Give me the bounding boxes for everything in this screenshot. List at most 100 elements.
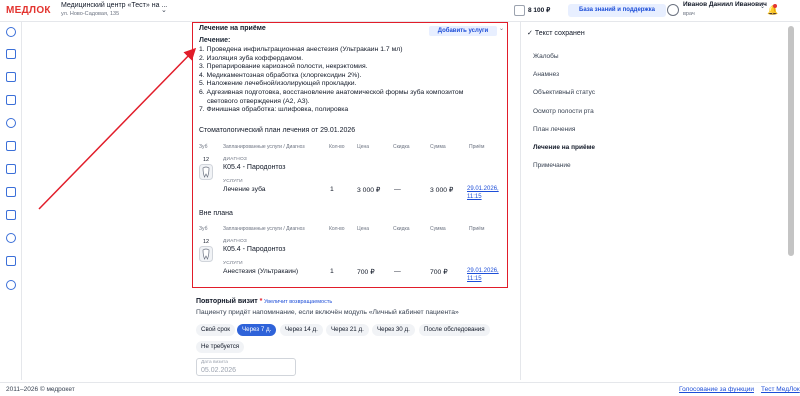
revisit-title: Повторный визит *	[196, 298, 262, 305]
tooth-icon	[199, 246, 213, 262]
user-menu-chevron-icon[interactable]: ⌄	[760, 3, 765, 10]
nav-anamnesis[interactable]: Анамнез	[533, 71, 559, 78]
main-content: Лечение на приёме Добавить услуги ⌄ Лече…	[190, 22, 510, 380]
balance[interactable]: 8 100 ₽	[528, 6, 550, 14]
puzzle-icon[interactable]	[6, 256, 16, 266]
treatment-text[interactable]: 1. Проведена инфильтрационная анестезия …	[199, 46, 499, 115]
col-tooth: Зуб	[199, 226, 208, 232]
saved-text: Текст сохранен	[534, 30, 585, 37]
sidebar	[0, 22, 22, 380]
treatment-line: 2. Изоляция зуба коффердамом.	[199, 54, 304, 62]
chip-custom[interactable]: Свой срок	[196, 324, 235, 336]
treatment-heading: Лечение:	[199, 37, 231, 44]
diagnosis-label: ДИАГНОЗ	[223, 239, 247, 244]
col-qty: Кол-во	[329, 144, 345, 150]
col-price: Цена	[357, 226, 370, 232]
chip-after-exam[interactable]: После обследования	[419, 324, 490, 336]
nav-objective-status[interactable]: Объективный статус	[533, 89, 595, 96]
service-discount: —	[394, 186, 401, 193]
notification-dot	[773, 4, 777, 8]
nav-complaints[interactable]: Жалобы	[533, 53, 559, 60]
treatment-line: 7. Финишная обработка: шлифовка, полиров…	[199, 106, 349, 114]
document-icon[interactable]	[6, 187, 16, 197]
clinic-address: ул. Ново-Садовая, 135	[61, 11, 120, 17]
chip-14-days[interactable]: Через 14 д.	[280, 324, 323, 336]
service-discount: —	[394, 268, 401, 275]
col-discount: Скидка	[393, 226, 410, 232]
footer: 2011–2026 © медрокет Голосование за функ…	[0, 382, 800, 396]
scrollbar[interactable]	[788, 26, 794, 256]
chart-icon[interactable]	[6, 141, 16, 151]
service-sum: 3 000 ₽	[430, 187, 454, 194]
treatment-line: 5. Наложение лечебной/изолирующей прокла…	[199, 80, 357, 88]
checklist-icon[interactable]	[6, 95, 16, 105]
treatment-line: 1. Проведена инфильтрационная анестезия …	[199, 46, 403, 53]
col-services: Запланированные услуги / Диагноз	[223, 144, 305, 150]
collapse-chevron-icon[interactable]: ⌄	[499, 25, 504, 32]
box-icon[interactable]	[6, 210, 16, 220]
visit-date-field[interactable]: Дата визита 05.02.2026	[196, 358, 296, 376]
nav-note[interactable]: Примечание	[533, 162, 571, 169]
service-qty: 1	[330, 268, 334, 275]
chip-30-days[interactable]: Через 30 д.	[372, 324, 415, 336]
logo[interactable]: МЕДЛОК	[6, 5, 51, 16]
settings-icon[interactable]	[6, 280, 16, 290]
user-avatar-icon[interactable]	[667, 4, 679, 16]
service-price: 3 000 ₽	[357, 187, 381, 194]
revisit-hint: Увеличит возвращаемость	[264, 299, 333, 305]
users-icon[interactable]	[6, 118, 16, 128]
revisit-description: Пациенту придёт напоминание, если включё…	[196, 309, 459, 316]
treatment-section: Лечение на приёме Добавить услуги ⌄ Лече…	[192, 22, 508, 288]
service-name: Анестезия (Ультракаин)	[223, 268, 299, 275]
section-title: Лечение на приёме	[199, 25, 266, 32]
visit-link[interactable]: 29.01.2026, 11:15	[467, 267, 507, 283]
user-role: врач	[683, 11, 695, 17]
chevron-down-icon[interactable]: ⌄	[161, 6, 167, 14]
tooth-icon	[199, 164, 213, 180]
bed-icon[interactable]	[6, 164, 16, 174]
user-name[interactable]: Иванов Даниил Иванович	[683, 1, 767, 8]
copyright: 2011–2026 © медрокет	[6, 386, 75, 393]
service-qty: 1	[330, 186, 334, 193]
col-discount: Скидка	[393, 144, 410, 150]
test-medlok-link[interactable]: Тест МедЛок	[761, 386, 800, 393]
col-sum: Сумма	[430, 226, 446, 232]
knowledge-base-button[interactable]: База знаний и поддержка	[568, 4, 666, 17]
diagnosis: К05.4 - Пародонтоз	[223, 246, 286, 253]
chat-icon[interactable]	[6, 72, 16, 82]
visit-link[interactable]: 29.01.2026, 11:15	[467, 185, 507, 201]
home-icon[interactable]	[6, 27, 16, 37]
top-bar: МЕДЛОК Медицинский центр «Тест» на ... у…	[0, 0, 800, 22]
calendar-icon[interactable]	[6, 49, 16, 59]
outplan-title: Вне плана	[199, 210, 233, 217]
revisit-title-text: Повторный визит	[196, 298, 258, 305]
ruble-icon[interactable]	[6, 233, 16, 243]
required-mark: *	[259, 298, 263, 305]
check-icon: ✓	[527, 30, 535, 37]
col-sum: Сумма	[430, 144, 446, 150]
nav-oral-exam[interactable]: Осмотр полости рта	[533, 108, 594, 115]
nav-treatment-plan[interactable]: План лечения	[533, 126, 575, 133]
chip-21-days[interactable]: Через 21 д.	[326, 324, 369, 336]
vote-features-link[interactable]: Голосование за функции	[679, 386, 754, 393]
col-visit: Приём	[469, 226, 485, 232]
saved-status: ✓ Текст сохранен	[527, 29, 585, 37]
service-price: 700 ₽	[357, 269, 375, 276]
chip-not-required[interactable]: Не требуется	[196, 341, 245, 353]
date-label: Дата визита	[201, 360, 228, 365]
services-label: УСЛУГИ	[223, 179, 243, 184]
chip-7-days[interactable]: Через 7 д.	[237, 324, 277, 336]
col-tooth: Зуб	[199, 144, 208, 150]
diagnosis: К05.4 - Пародонтоз	[223, 164, 286, 171]
col-qty: Кол-во	[329, 226, 345, 232]
col-visit: Приём	[469, 144, 485, 150]
service-sum: 700 ₽	[430, 269, 448, 276]
clinic-selector[interactable]: Медицинский центр «Тест» на ... ул. Ново…	[61, 2, 167, 17]
tooth-number: 12	[203, 157, 210, 163]
nav-treatment-visit[interactable]: Лечение на приёме	[533, 144, 595, 151]
clinic-name: Медицинский центр «Тест» на ...	[61, 2, 168, 9]
section-navigation: ✓ Текст сохранен Жалобы Анамнез Объектив…	[520, 22, 800, 380]
add-services-button[interactable]: Добавить услуги	[429, 26, 497, 36]
wallet-icon[interactable]	[514, 5, 525, 16]
treatment-line: светового отверждения (А2, А3).	[207, 97, 310, 105]
